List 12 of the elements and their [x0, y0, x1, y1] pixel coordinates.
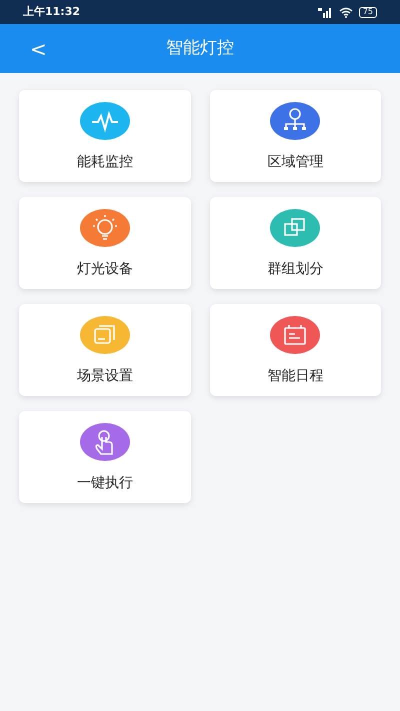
feature-tile[interactable]: 能耗监控	[19, 90, 190, 182]
wifi-icon	[338, 6, 353, 18]
page-title: 智能灯控	[166, 36, 234, 60]
feature-tile[interactable]: 场景设置	[19, 304, 190, 396]
feature-tile[interactable]: 区域管理	[210, 90, 381, 182]
feature-tile[interactable]: 一键执行	[19, 411, 190, 503]
battery-indicator: 75	[358, 6, 377, 18]
feature-tile[interactable]: 灯光设备	[19, 197, 190, 289]
signal-icon	[316, 6, 333, 18]
feature-tile[interactable]: 智能日程	[210, 304, 381, 396]
feature-tile[interactable]: 群组划分	[210, 197, 381, 289]
status-time: 上午11:32	[23, 4, 80, 20]
